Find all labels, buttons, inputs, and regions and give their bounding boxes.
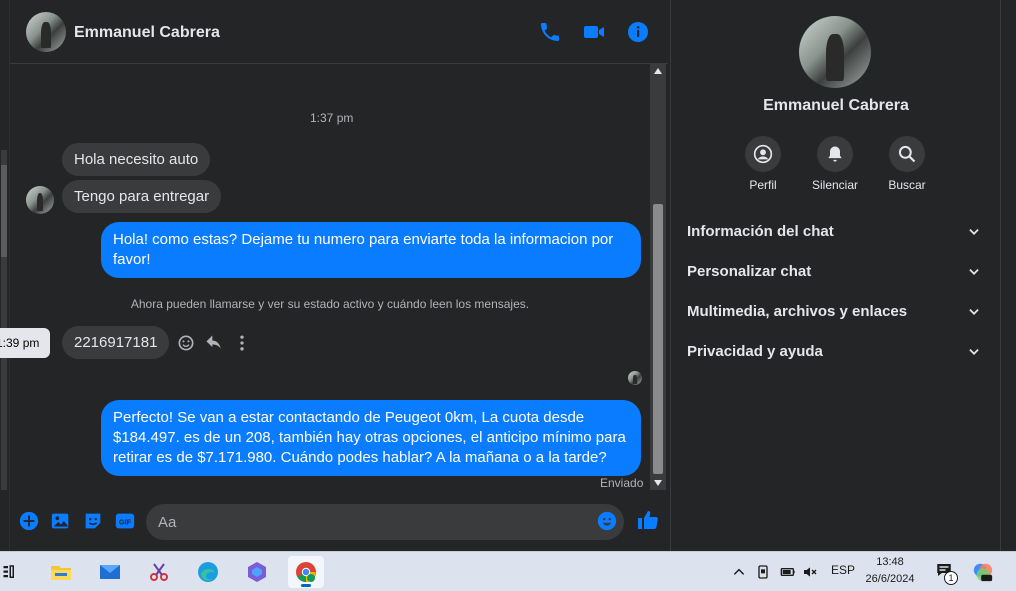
gallery-icon[interactable]	[50, 510, 72, 532]
section-label: Información del chat	[687, 223, 834, 240]
section-chat-info[interactable]: Información del chat	[687, 223, 987, 243]
info-icon[interactable]	[626, 20, 650, 44]
chrome-icon	[296, 562, 316, 582]
clock-date[interactable]: 26/6/2024	[860, 573, 920, 585]
volume-muted-icon[interactable]	[802, 564, 818, 580]
task-view-icon[interactable]	[2, 563, 20, 581]
chevron-down-icon	[969, 229, 979, 235]
message-timestamp: 1:37 pm	[310, 111, 354, 125]
seen-indicator-avatar	[628, 371, 642, 385]
outgoing-message[interactable]: Perfecto! Se van a estar contactando de …	[101, 400, 641, 476]
search-icon	[898, 145, 916, 163]
sticker-icon[interactable]	[82, 510, 104, 532]
chevron-up-icon[interactable]	[732, 565, 746, 579]
scroll-down-arrow[interactable]	[654, 480, 662, 486]
folder-icon	[51, 566, 71, 580]
copilot-tray-icon[interactable]	[972, 561, 994, 583]
message-input[interactable]	[146, 504, 624, 540]
delivery-status: Enviado	[600, 476, 644, 490]
incoming-message[interactable]: Tengo para entregar	[62, 180, 222, 213]
chevron-down-icon	[969, 349, 979, 355]
chrome-app[interactable]	[288, 556, 324, 588]
contact-avatar-small[interactable]	[26, 186, 54, 214]
contact-avatar[interactable]	[26, 12, 66, 52]
svg-text:GIF: GIF	[119, 518, 132, 527]
bell-icon	[828, 146, 842, 162]
search-button[interactable]: Buscar	[867, 136, 947, 192]
clock-time[interactable]: 13:48	[870, 556, 910, 568]
battery-icon[interactable]	[779, 564, 797, 580]
messages-scrollbar[interactable]	[650, 64, 666, 490]
incoming-message[interactable]: 2216917181	[62, 326, 170, 359]
panel-contact-avatar[interactable]	[799, 16, 871, 88]
section-label: Multimedia, archivos y enlaces	[687, 303, 908, 320]
chat-notice: Ahora pueden llamarse y ver su estado ac…	[130, 297, 530, 311]
section-media-files-links[interactable]: Multimedia, archivos y enlaces	[687, 303, 987, 323]
file-explorer-app[interactable]	[43, 556, 79, 588]
windows-taskbar: ESP 13:48 26/6/2024 1	[0, 551, 1016, 591]
thumbs-up-icon[interactable]	[636, 508, 660, 532]
left-scroll-edge	[0, 0, 10, 551]
phone-icon[interactable]	[538, 20, 562, 44]
more-options-icon[interactable]	[232, 333, 252, 353]
edge-browser-icon	[198, 562, 218, 582]
react-icon[interactable]	[176, 333, 196, 353]
scroll-up-arrow[interactable]	[654, 68, 662, 74]
left-scrollbar-thumb[interactable]	[1, 165, 7, 257]
panel-contact-name: Emmanuel Cabrera	[763, 97, 909, 114]
chevron-down-icon	[969, 309, 979, 315]
incoming-message[interactable]: Hola necesito auto	[62, 143, 211, 176]
profile-label: Perfil	[749, 178, 777, 192]
notifications-button[interactable]: 1	[934, 561, 958, 585]
active-app-indicator	[301, 584, 311, 587]
copilot-icon	[248, 562, 266, 582]
section-label: Privacidad y ayuda	[687, 343, 823, 360]
mail-icon	[100, 565, 120, 579]
chat-header: Emmanuel Cabrera	[10, 0, 668, 64]
onscreen-device-icon[interactable]	[755, 564, 771, 580]
video-call-icon[interactable]	[582, 20, 606, 44]
language-indicator[interactable]: ESP	[831, 563, 855, 577]
reply-icon[interactable]	[204, 333, 224, 353]
chat-area: Emmanuel Cabrera 1:37 pm Hola necesito a…	[10, 0, 668, 551]
section-label: Personalizar chat	[687, 263, 812, 280]
gif-icon[interactable]: GIF	[114, 510, 136, 532]
edge-app[interactable]	[190, 556, 226, 588]
mute-button[interactable]: Silenciar	[795, 136, 875, 192]
chat-details-panel: Emmanuel Cabrera Perfil Silenciar Buscar…	[670, 0, 1000, 551]
message-composer: GIF	[10, 496, 668, 551]
scissors-icon	[150, 563, 168, 581]
plus-icon[interactable]	[18, 510, 40, 532]
chevron-down-icon	[969, 269, 979, 275]
profile-icon	[753, 144, 773, 164]
contact-name[interactable]: Emmanuel Cabrera	[74, 24, 220, 42]
messenger-window: Emmanuel Cabrera 1:37 pm Hola necesito a…	[0, 0, 1016, 551]
time-tooltip: 1:39 pm	[0, 328, 50, 358]
outgoing-message[interactable]: Hola! como estas? Dejame tu numero para …	[101, 222, 641, 278]
mail-app[interactable]	[92, 556, 128, 588]
search-label: Buscar	[888, 178, 926, 192]
messages-scrollbar-thumb[interactable]	[653, 204, 663, 474]
emoji-icon[interactable]	[596, 510, 618, 532]
profile-button[interactable]: Perfil	[723, 136, 803, 192]
section-customize-chat[interactable]: Personalizar chat	[687, 263, 987, 283]
window-right-edge	[1000, 0, 1016, 551]
section-privacy-help[interactable]: Privacidad y ayuda	[687, 343, 987, 363]
mute-label: Silenciar	[811, 178, 859, 192]
copilot-app[interactable]	[239, 556, 275, 588]
snipping-tool-app[interactable]	[141, 556, 177, 588]
notification-badge: 1	[944, 571, 958, 585]
